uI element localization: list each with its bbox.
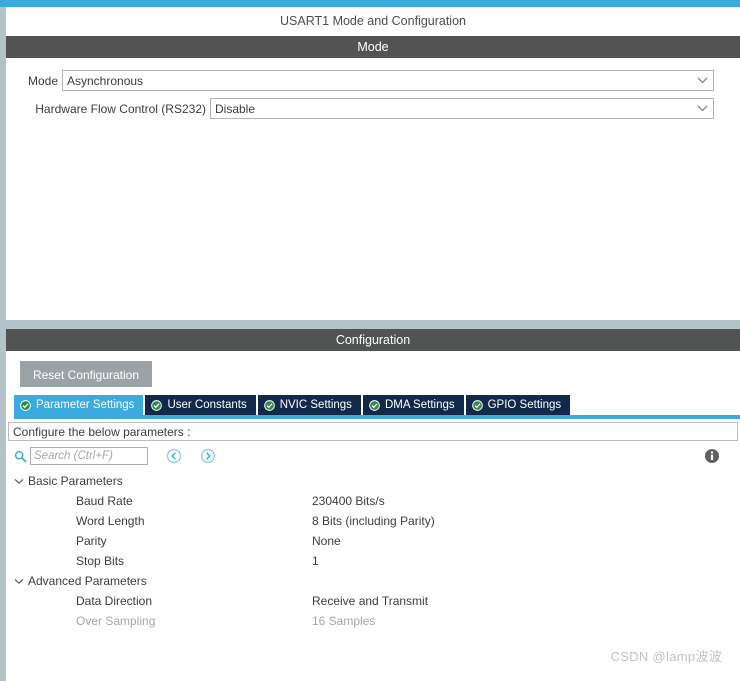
parameter-row[interactable]: Data Direction Receive and Transmit (12, 591, 740, 611)
parameter-name: Stop Bits (76, 554, 125, 568)
mode-select-value: Asynchronous (67, 73, 144, 88)
chevron-down-icon[interactable] (12, 474, 26, 488)
configuration-panel: Configuration Reset Configuration Parame… (6, 329, 740, 681)
parameter-row: Over Sampling 16 Samples (12, 611, 740, 631)
mode-panel: USART1 Mode and Configuration Mode Mode … (6, 7, 740, 320)
parameter-value: 16 Samples (312, 614, 376, 628)
parameter-row[interactable]: Stop Bits 1 (12, 551, 740, 571)
tab-nvic-settings[interactable]: NVIC Settings (257, 395, 361, 415)
parameter-value: 8 Bits (including Parity) (312, 514, 435, 528)
parameter-row[interactable]: Word Length 8 Bits (including Parity) (12, 511, 740, 531)
tab-label: User Constants (167, 399, 247, 411)
parameter-name: Parity (76, 534, 107, 548)
parameter-group-label: Basic Parameters (28, 474, 123, 488)
page-title: USART1 Mode and Configuration (6, 7, 740, 36)
parameter-value: 230400 Bits/s (312, 494, 385, 508)
check-circle-icon (20, 399, 31, 411)
hardware-flow-control-value: Disable (215, 101, 256, 116)
parameter-group-advanced-parameters[interactable]: Advanced Parameters (12, 571, 740, 591)
tab-parameter-settings[interactable]: Parameter Settings (14, 395, 144, 415)
nav-previous-icon[interactable] (166, 448, 182, 464)
tab-label: DMA Settings (384, 399, 455, 411)
check-circle-icon (369, 399, 380, 411)
hardware-flow-control-label: Hardware Flow Control (RS232) (35, 101, 206, 116)
top-accent-bar (0, 0, 740, 7)
parameter-group-label: Advanced Parameters (28, 574, 147, 588)
mode-field-list: Mode Asynchronous Hardware Flow Control … (6, 58, 740, 119)
tab-label: Parameter Settings (36, 399, 135, 411)
nav-next-icon[interactable] (200, 448, 216, 464)
configuration-description: Configure the below parameters : (8, 422, 738, 441)
parameter-row[interactable]: Parity None (12, 531, 740, 551)
hardware-flow-control-select[interactable]: Disable (210, 98, 714, 119)
parameter-name: Baud Rate (76, 494, 133, 508)
section-separator-band (6, 320, 740, 329)
parameter-name: Word Length (76, 514, 145, 528)
reset-configuration-button[interactable]: Reset Configuration (20, 361, 152, 387)
parameter-value: None (312, 534, 341, 548)
info-icon[interactable] (704, 448, 720, 464)
search-icon (12, 448, 28, 464)
mode-field-label: Mode (27, 73, 58, 88)
configuration-section-header: Configuration (6, 329, 740, 351)
mode-row: Mode Asynchronous (6, 70, 740, 91)
parameter-search-row (6, 441, 740, 471)
tab-label: GPIO Settings (487, 399, 562, 411)
mode-section-header: Mode (6, 36, 740, 58)
configuration-tab-strip: Parameter Settings User Constants NVIC Set… (6, 395, 740, 415)
chevron-down-icon[interactable] (691, 105, 713, 112)
parameter-name: Data Direction (76, 594, 153, 608)
mode-select[interactable]: Asynchronous (62, 70, 714, 91)
tab-gpio-settings[interactable]: GPIO Settings (465, 395, 571, 415)
search-input[interactable] (30, 447, 148, 465)
tab-dma-settings[interactable]: DMA Settings (362, 395, 464, 415)
parameter-tree: Basic Parameters Baud Rate 230400 Bits/s Wo… (6, 471, 740, 631)
watermark: CSDN @lamp波波 (610, 649, 722, 664)
parameter-value: Receive and Transmit (312, 594, 429, 608)
chevron-down-icon[interactable] (691, 77, 713, 84)
check-circle-icon (471, 399, 483, 411)
parameter-name: Over Sampling (76, 614, 156, 628)
chevron-down-icon[interactable] (12, 574, 26, 588)
parameter-value: 1 (312, 554, 319, 568)
hardware-flow-control-row: Hardware Flow Control (RS232) Disable (6, 98, 740, 119)
reset-area: Reset Configuration (6, 351, 740, 395)
parameter-row[interactable]: Baud Rate 230400 Bits/s (12, 491, 740, 511)
parameter-group-basic-parameters[interactable]: Basic Parameters (12, 471, 740, 491)
check-circle-icon (263, 399, 275, 411)
tab-strip-underline (14, 415, 740, 419)
check-circle-icon (151, 399, 163, 411)
tab-label: NVIC Settings (279, 399, 352, 411)
tab-user-constants[interactable]: User Constants (145, 395, 256, 415)
